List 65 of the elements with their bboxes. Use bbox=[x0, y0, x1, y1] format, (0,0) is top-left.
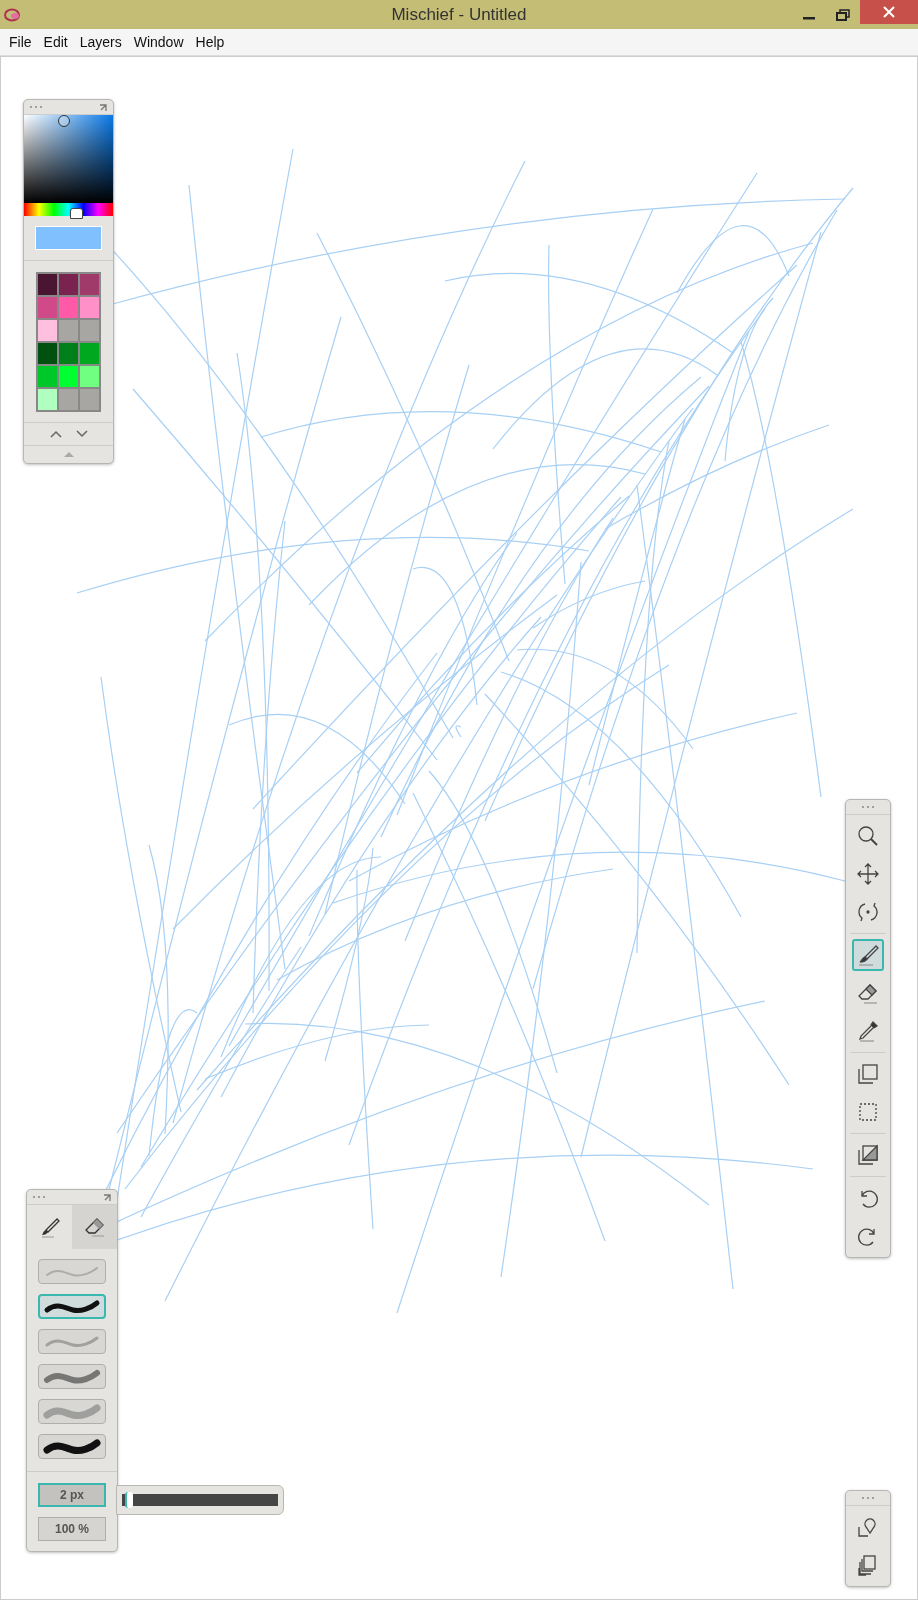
color-swatch[interactable] bbox=[79, 273, 100, 296]
grip-icon[interactable] bbox=[29, 105, 43, 109]
saturation-value-picker[interactable] bbox=[24, 115, 113, 203]
brush-stroke-icon bbox=[43, 1437, 101, 1456]
color-swatch[interactable] bbox=[79, 296, 100, 319]
color-swatch[interactable] bbox=[79, 388, 100, 411]
pin-arrow-icon[interactable] bbox=[103, 1192, 112, 1202]
color-swatch[interactable] bbox=[79, 319, 100, 342]
brush-stroke-icon bbox=[43, 1367, 101, 1386]
chevron-up-icon[interactable] bbox=[49, 430, 62, 438]
menu-item[interactable]: Edit bbox=[37, 34, 74, 50]
menu-item[interactable]: File bbox=[3, 34, 38, 50]
hue-handle[interactable] bbox=[69, 208, 83, 219]
current-color-swatch[interactable] bbox=[35, 226, 102, 250]
close-icon bbox=[883, 6, 895, 18]
menu-item[interactable]: Layers bbox=[73, 34, 128, 50]
color-swatch[interactable] bbox=[58, 342, 79, 365]
grip-icon[interactable] bbox=[861, 805, 875, 809]
brush-tab[interactable] bbox=[27, 1205, 72, 1249]
pan-icon bbox=[856, 862, 880, 886]
brush-stroke-icon bbox=[43, 1402, 101, 1421]
color-swatch[interactable] bbox=[79, 365, 100, 388]
collapse-arrow-icon[interactable] bbox=[63, 452, 74, 457]
layer-icon bbox=[856, 1062, 880, 1086]
eyedropper-icon bbox=[856, 1019, 880, 1043]
close-button[interactable] bbox=[860, 0, 918, 24]
color-swatch[interactable] bbox=[58, 273, 79, 296]
menu-item[interactable]: Window bbox=[127, 34, 190, 50]
color-swatch[interactable] bbox=[37, 365, 58, 388]
brush-stroke-icon bbox=[43, 1297, 101, 1316]
grip-icon[interactable] bbox=[861, 1496, 875, 1500]
restore-icon bbox=[836, 8, 850, 21]
size-slider[interactable] bbox=[122, 1494, 278, 1506]
color-swatch[interactable] bbox=[58, 388, 79, 411]
eraser-icon bbox=[83, 1216, 106, 1238]
minimize-icon bbox=[803, 17, 815, 20]
color-swatch[interactable] bbox=[58, 365, 79, 388]
selection-icon bbox=[856, 1100, 880, 1124]
chevron-down-icon[interactable] bbox=[75, 430, 88, 438]
brush-size-field[interactable]: 2 px bbox=[38, 1483, 106, 1507]
drawing-canvas[interactable]: 2 px 100 % bbox=[0, 56, 918, 1600]
brush-preset[interactable] bbox=[38, 1294, 106, 1319]
brush-icon bbox=[856, 943, 880, 967]
zoom-icon bbox=[856, 824, 880, 848]
color-swatch[interactable] bbox=[37, 388, 58, 411]
grip-icon[interactable] bbox=[32, 1195, 46, 1199]
brush-tool[interactable] bbox=[852, 939, 884, 971]
color-swatch[interactable] bbox=[37, 296, 58, 319]
pin-arrow-icon[interactable] bbox=[99, 102, 108, 112]
picker-handle[interactable] bbox=[58, 115, 70, 127]
rotate-icon bbox=[856, 900, 880, 924]
color-swatch[interactable] bbox=[79, 342, 100, 365]
menu-item[interactable]: Help bbox=[189, 34, 231, 50]
app-logo-icon bbox=[4, 7, 22, 22]
transparency-icon bbox=[856, 1143, 880, 1167]
hue-slider[interactable] bbox=[24, 203, 113, 216]
slider-handle[interactable] bbox=[125, 1492, 134, 1508]
color-swatch[interactable] bbox=[37, 273, 58, 296]
brush-preset[interactable] bbox=[38, 1434, 106, 1459]
window-title: Mischief - Untitled bbox=[390, 4, 528, 25]
color-swatch[interactable] bbox=[37, 342, 58, 365]
color-swatch[interactable] bbox=[37, 319, 58, 342]
color-swatch[interactable] bbox=[58, 319, 79, 342]
color-swatch[interactable] bbox=[58, 296, 79, 319]
opacity-field[interactable]: 100 % bbox=[38, 1517, 106, 1541]
